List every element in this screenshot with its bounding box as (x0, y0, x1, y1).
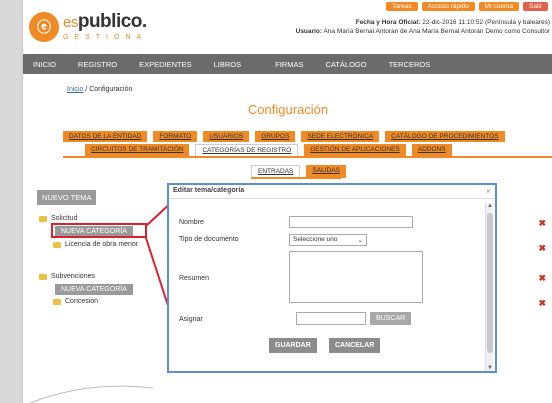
breadcrumb-current: Configuración (89, 86, 133, 93)
close-icon[interactable]: × (486, 187, 491, 196)
tabs-row-1: DATOS DE LA ENTIDAD FORMATO USUARIOS GRU… (63, 131, 505, 142)
folder-icon (53, 298, 61, 305)
tab-datos-entidad[interactable]: DATOS DE LA ENTIDAD (63, 131, 148, 142)
folder-icon (39, 215, 47, 222)
new-theme-button[interactable]: NUEVO TEMA (37, 190, 97, 205)
nav-registro[interactable]: REGISTRO (78, 60, 117, 69)
dialog-title: Editar tema/categoría (173, 187, 245, 194)
subtabs-divider (251, 177, 341, 179)
delete-icon[interactable]: ✖ (538, 298, 546, 309)
tab-usuarios[interactable]: USUARIOS (203, 131, 250, 142)
tipo-documento-select[interactable]: Seleccione uno ⌄ (289, 234, 367, 246)
dialog-scrollbar[interactable]: ▲ ▼ (485, 203, 493, 371)
scroll-down-icon[interactable]: ▼ (486, 365, 494, 371)
nav-inicio[interactable]: INICIO (33, 60, 56, 69)
quick-access-link[interactable]: Acceso rápido (421, 2, 475, 11)
tree-item-solicitud[interactable]: Solicitud (39, 215, 77, 222)
delete-icon[interactable]: ✖ (538, 218, 546, 229)
decorative-curve (29, 385, 154, 403)
tab-formato[interactable]: FORMATO (153, 131, 198, 142)
breadcrumb: Inicio / Configuración (67, 86, 132, 93)
resumen-textarea[interactable] (289, 251, 423, 303)
logo-subtitle: GESTIONA (63, 34, 148, 41)
breadcrumb-home[interactable]: Inicio (67, 86, 83, 93)
tree-item-subvenciones[interactable]: Subvenciones (39, 273, 95, 280)
cancel-button[interactable]: CANCELAR (329, 338, 381, 353)
folder-icon (53, 241, 61, 248)
resumen-label: Resumen (179, 275, 209, 282)
logo[interactable]: ⓔ espublico. GESTIONA (29, 12, 147, 42)
datetime-value: 22-dic-2016 11:10:52 (Península y balear… (422, 19, 550, 26)
logo-main-text: publico. (77, 11, 147, 32)
datetime-label: Fecha y Hora Oficial: (355, 19, 421, 26)
logo-icon: ⓔ (29, 12, 59, 42)
nombre-label: Nombre (179, 219, 204, 226)
nav-catalogo[interactable]: CATÁLOGO (325, 60, 366, 69)
tipo-documento-value: Seleccione uno (293, 236, 338, 243)
tree-item-label: Solicitud (51, 215, 78, 222)
edit-category-dialog: Editar tema/categoría × ▲ ▼ Nombre Tipo … (167, 183, 497, 373)
nav-expedientes[interactable]: EXPEDIENTES (139, 60, 192, 69)
logo-prefix: es (63, 14, 78, 31)
nav-libros[interactable]: LIBROS (214, 60, 242, 69)
top-links: Tareas Acceso rápido Mi cuenta Salir (386, 2, 548, 11)
asignar-input[interactable] (296, 312, 366, 325)
scroll-up-icon[interactable]: ▲ (486, 203, 494, 209)
highlight-box (51, 223, 147, 238)
new-category-button-2[interactable]: NUEVA CATEGORÍA (55, 284, 133, 295)
nav-terceros[interactable]: TERCEROS (389, 60, 431, 69)
tree-item-concesion[interactable]: Concesión (53, 298, 98, 305)
asignar-label: Asignar (179, 316, 203, 323)
delete-icon[interactable]: ✖ (538, 273, 546, 284)
tree-item-label: Subvenciones (51, 273, 95, 280)
delete-icon[interactable]: ✖ (538, 243, 546, 254)
search-button[interactable]: BUSCAR (370, 312, 412, 325)
tab-sede-electronica[interactable]: SEDE ELECTRÓNICA (301, 131, 380, 142)
my-account-link[interactable]: Mi cuenta (478, 2, 519, 11)
tree-item-licencia[interactable]: Licencia de obra menor (53, 241, 138, 248)
nav-firmas[interactable]: FIRMAS (275, 60, 303, 69)
tab-grupos[interactable]: GRUPOS (255, 131, 296, 142)
tabs-divider (63, 156, 552, 158)
tipo-documento-label: Tipo de documento (179, 236, 239, 243)
user-label: Usuario: (295, 28, 322, 35)
folder-icon (39, 273, 47, 280)
nombre-input[interactable] (289, 216, 413, 228)
chevron-down-icon: ⌄ (357, 237, 363, 244)
user-info: Fecha y Hora Oficial: 22-dic-2016 11:10:… (296, 18, 550, 36)
tasks-link[interactable]: Tareas (386, 2, 418, 11)
main-nav: INICIO REGISTRO EXPEDIENTES LIBROS FIRMA… (23, 54, 552, 74)
page-title: Configuración (247, 102, 329, 117)
tree-item-label: Concesión (65, 298, 99, 305)
tree-item-label: Licencia de obra menor (65, 241, 139, 248)
scroll-thumb[interactable] (487, 213, 493, 353)
user-value: Ana María Bernal Antoran de Ana María Be… (323, 28, 550, 35)
logout-link[interactable]: Salir (522, 2, 548, 11)
save-button[interactable]: GUARDAR (269, 338, 317, 353)
tab-catalogo-procedimientos[interactable]: CATÁLOGO DE PROCEDIMIENTOS (385, 131, 505, 142)
